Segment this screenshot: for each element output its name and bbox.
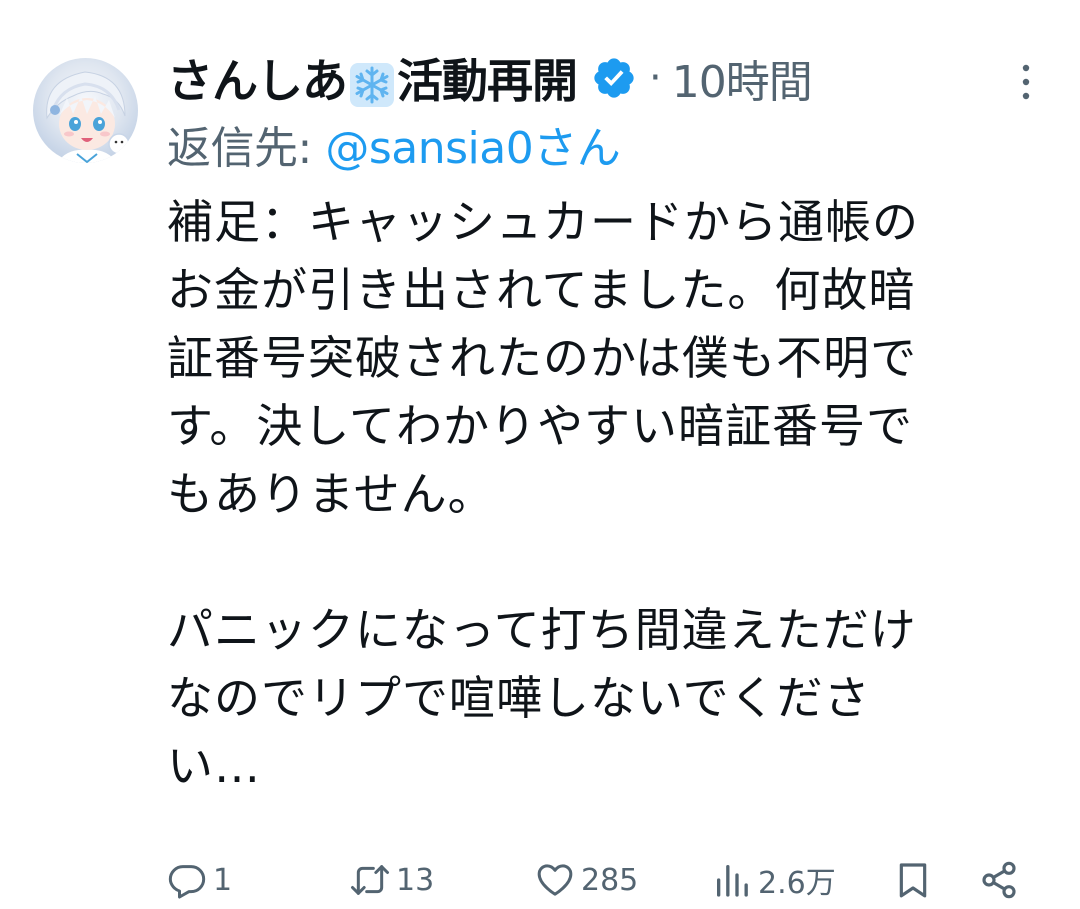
display-name[interactable]: さんしあ 活動再開 xyxy=(167,45,578,111)
reply-icon xyxy=(168,865,206,899)
verified-badge-icon[interactable] xyxy=(591,55,637,101)
separator-dot: · xyxy=(649,55,662,101)
tweet: さんしあ 活動再開 · 10時間 返信先: @sansia0さん 補足：キャッシ… xyxy=(0,0,1080,909)
views-count: 2.6万 xyxy=(758,866,836,901)
more-options-icon[interactable] xyxy=(1014,62,1038,102)
reply-to-label: 返信先: xyxy=(167,123,326,174)
retweet-count: 13 xyxy=(396,862,435,898)
snowflake-emoji-icon xyxy=(349,62,395,108)
views-button[interactable]: 2.6万 xyxy=(712,852,836,908)
reply-button[interactable]: 1 xyxy=(167,852,232,908)
retweet-icon xyxy=(351,865,389,895)
heart-icon xyxy=(537,864,573,896)
timestamp[interactable]: 10時間 xyxy=(672,46,813,110)
retweet-button[interactable]: 13 xyxy=(350,852,434,908)
share-icon xyxy=(982,861,1016,899)
reply-to-line: 返信先: @sansia0さん xyxy=(167,112,621,174)
views-chart-icon xyxy=(717,865,748,897)
share-button[interactable] xyxy=(979,852,1019,908)
avatar[interactable] xyxy=(33,58,138,163)
bookmark-button[interactable] xyxy=(893,852,933,908)
display-name-suffix[interactable]: 活動再開 xyxy=(397,54,578,108)
tweet-text: 補足：キャッシュカードから通帳の お金が引き出されてました。何故暗 証番号突破さ… xyxy=(167,195,919,793)
bookmark-icon xyxy=(899,863,927,898)
display-name-text[interactable]: さんしあ xyxy=(167,54,348,108)
tweet-header: さんしあ 活動再開 · 10時間 xyxy=(167,45,813,111)
like-button[interactable]: 285 xyxy=(535,852,638,908)
like-count: 285 xyxy=(581,862,639,898)
action-bar: 1 13 285 2.6万 xyxy=(167,852,1037,908)
reply-count: 1 xyxy=(213,862,233,898)
reply-handle-link[interactable]: @sansia0さん xyxy=(325,123,620,174)
